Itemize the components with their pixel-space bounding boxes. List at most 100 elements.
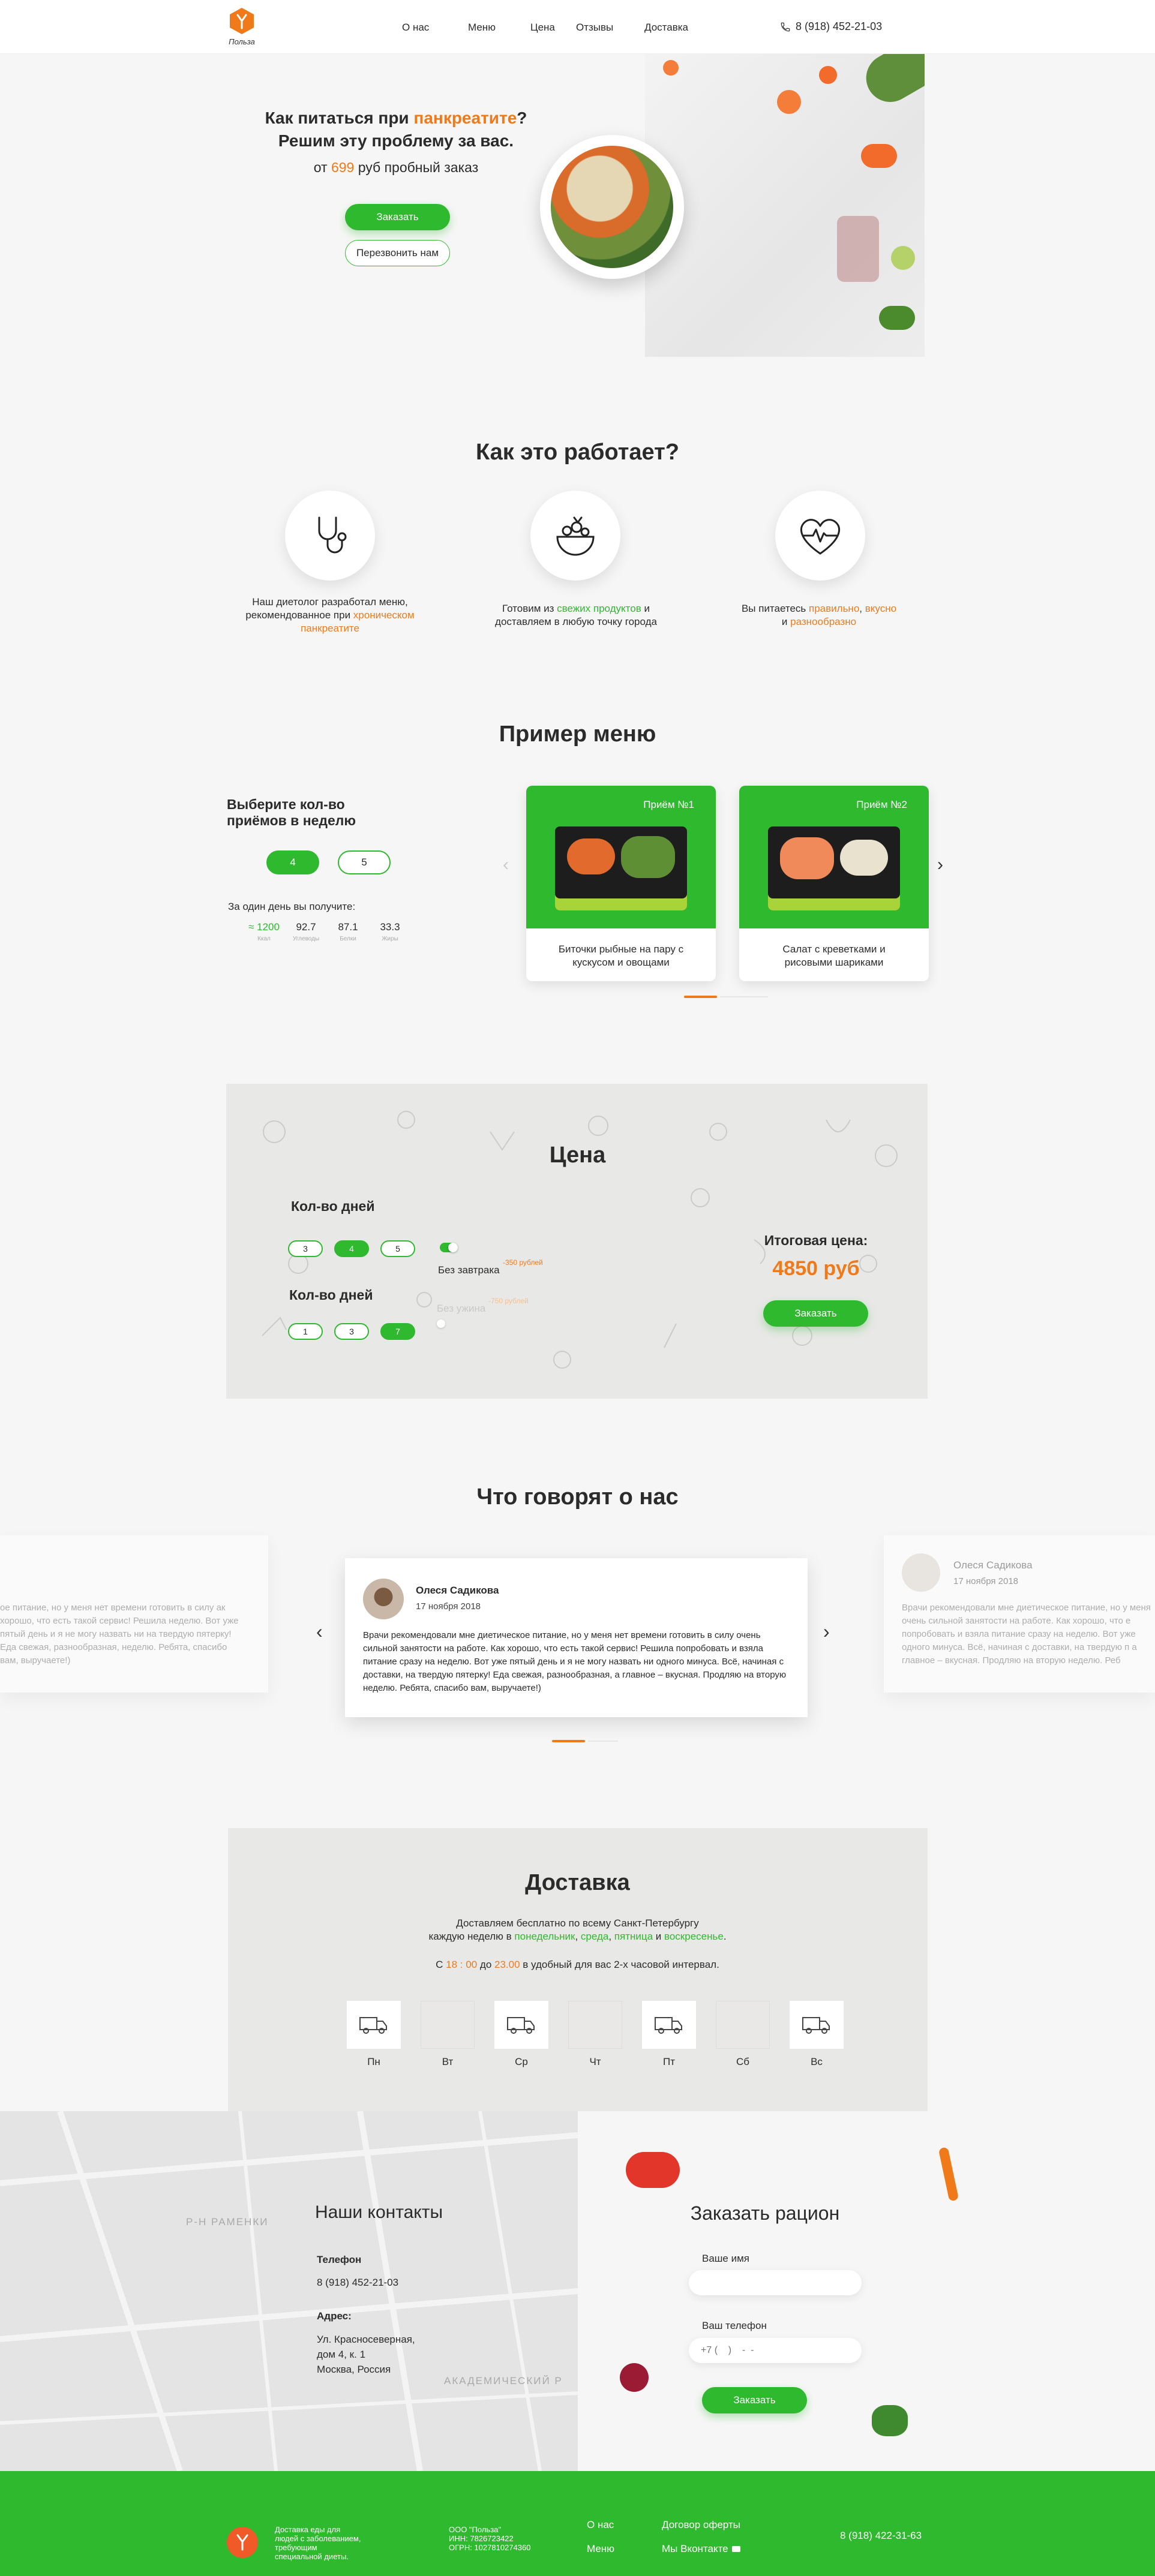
how-step2-circle — [530, 491, 620, 581]
menu-next-arrow[interactable]: › — [937, 855, 943, 875]
hero-price-value: 699 — [331, 160, 355, 175]
nav-item-about[interactable]: О нас — [402, 22, 468, 34]
price-meals-option-7[interactable]: 7 — [380, 1323, 415, 1340]
delivery-dot: . — [723, 1931, 727, 1942]
reviews-next-arrow[interactable]: › — [823, 1621, 830, 1643]
delivery-day-wed: среда — [580, 1931, 609, 1942]
reviews-title: Что говорят о нас — [476, 1484, 679, 1510]
contacts-phone-label: Телефон — [317, 2254, 362, 2265]
carrot-image — [938, 2147, 959, 2202]
no-dinner-label: Без ужина — [437, 1303, 486, 1314]
logo-hexagon-icon — [230, 8, 254, 34]
price-days-option-3[interactable]: 3 — [288, 1240, 323, 1257]
price-meals-option-1[interactable]: 1 — [288, 1323, 323, 1340]
vk-icon — [731, 2546, 740, 2552]
stat-fat-label: Жиры — [382, 936, 398, 942]
nav-item-delivery[interactable]: Доставка — [644, 22, 698, 34]
spinach-image — [872, 2405, 908, 2436]
hero-order-button[interactable]: Заказать — [345, 204, 450, 230]
contacts-map[interactable]: Р-Н РАМЕНКИ АКАДЕМИЧЕСКИЙ Р — [0, 2111, 578, 2471]
menu-card-1[interactable]: Приём №1 Биточки рыбные на пару с кускус… — [526, 786, 716, 981]
how-step3-text: Вы питаетесь правильно, вкусно и разнооб… — [723, 602, 915, 629]
delivery-day-4-label: Чт — [589, 2056, 601, 2067]
header-phone[interactable]: 8 (918) 452-21-03 — [780, 20, 882, 33]
footer-link-vk-text: Мы Вконтакте — [662, 2543, 728, 2554]
footer-link-offer[interactable]: Договор оферты — [662, 2519, 740, 2531]
logo-fork-icon — [236, 2534, 248, 2551]
price-days-option-5[interactable]: 5 — [380, 1240, 415, 1257]
delivery-day-7: Вс — [790, 2001, 844, 2068]
how-step2-c: доставляем в любую точку города — [495, 616, 657, 627]
delivery-day-6-label: Сб — [736, 2056, 749, 2067]
stat-carbs-value: 92.7 — [296, 921, 316, 933]
delivery-day-6-box — [716, 2001, 770, 2049]
price-order-button[interactable]: Заказать — [763, 1300, 868, 1327]
truck-icon — [507, 2017, 535, 2034]
price-days-label: Кол-во дней — [291, 1198, 375, 1214]
how-step2-a: Готовим из — [502, 603, 557, 614]
footer-link-vk[interactable]: Мы Вконтакте — [662, 2543, 740, 2555]
how-step3-circle — [775, 491, 865, 581]
menu-option-5[interactable]: 5 — [338, 850, 391, 874]
footer-company-name: ООО "Польза" — [449, 2525, 502, 2534]
footer-inn: ИНН: 7826723422 — [449, 2534, 514, 2543]
hero-call-button[interactable]: Перезвонить нам — [345, 240, 450, 266]
footer-logo[interactable] — [227, 2527, 258, 2558]
map-label-ramenki: Р-Н РАМЕНКИ — [186, 2216, 269, 2228]
delivery-days: Пн Вт Ср Чт Пт Сб Вс — [347, 2001, 844, 2068]
delivery-day-5-box — [642, 2001, 696, 2049]
no-dinner-toggle[interactable] — [437, 1319, 445, 1328]
delivery-line1: Доставляем бесплатно по всему Санкт-Пете… — [456, 1917, 699, 1929]
delivery-day-6: Сб — [716, 2001, 770, 2068]
menu-prev-arrow[interactable]: ‹ — [503, 855, 509, 875]
footer-phone[interactable]: 8 (918) 422-31-63 — [840, 2530, 922, 2542]
delivery-day-3-label: Ср — [515, 2056, 528, 2067]
delivery-day-mon: понедельник — [514, 1931, 575, 1942]
menu-card-2[interactable]: Приём №2 Салат с креветками и рисовыми ш… — [739, 786, 929, 981]
header-phone-text: 8 (918) 452-21-03 — [796, 20, 883, 32]
stat-kcal-value: ≈ 1200 — [248, 921, 280, 933]
reviews-prev-arrow[interactable]: ‹ — [316, 1621, 323, 1643]
stat-carbs: 92.7 Углеводы — [285, 921, 327, 942]
how-step1-b: рекомендованное при — [245, 609, 353, 621]
hero-title-line2: Решим эту проблему за вас. — [278, 131, 514, 150]
nav-item-menu[interactable]: Меню — [468, 22, 530, 34]
menu-card-1-name: Биточки рыбные на пару с кускусом и овощ… — [558, 943, 684, 968]
price-days-option-4[interactable]: 4 — [334, 1240, 369, 1257]
hero-title-highlight: панкреатите — [413, 109, 517, 127]
menu-choose-label: Выберите кол-во приёмов в неделю — [227, 796, 356, 828]
footer-link-menu[interactable]: Меню — [587, 2543, 614, 2555]
contacts-phone[interactable]: 8 (918) 452-21-03 — [317, 2277, 398, 2289]
truck-icon — [802, 2017, 830, 2034]
delivery-day-1: Пн — [347, 2001, 401, 2068]
delivery-day-7-label: Вс — [811, 2056, 823, 2067]
delivery-comma1: , — [575, 1931, 581, 1942]
delivery-text: Доставляем бесплатно по всему Санкт-Пете… — [0, 1917, 1155, 1943]
delivery-day-3: Ср — [494, 2001, 548, 2068]
contacts-address-line1: Ул. Красносеверная, — [317, 2334, 415, 2345]
price-title: Цена — [549, 1143, 606, 1168]
how-step3-hl2: вкусно — [865, 603, 897, 614]
stat-protein-value: 87.1 — [338, 921, 358, 933]
order-phone-input[interactable] — [689, 2338, 862, 2363]
footer-link-about[interactable]: О нас — [587, 2519, 614, 2531]
nav-item-price[interactable]: Цена — [530, 22, 576, 34]
review-right-ghost-date: 17 ноября 2018 — [953, 1576, 1019, 1586]
how-step3-hl3: разнообразно — [790, 616, 857, 627]
logo[interactable]: Польза — [227, 7, 257, 49]
menu-option-4[interactable]: 4 — [266, 850, 319, 874]
truck-icon — [655, 2017, 682, 2034]
contacts-address-line3: Москва, Россия — [317, 2364, 391, 2375]
how-step1-text: Наш диетолог разработал меню, рекомендов… — [237, 596, 423, 635]
price-meals-option-3[interactable]: 3 — [334, 1323, 369, 1340]
delivery-time-to: 23.00 — [494, 1959, 520, 1970]
no-breakfast-toggle[interactable] — [440, 1243, 458, 1252]
review-avatar — [363, 1579, 404, 1619]
nav-item-reviews[interactable]: Отзывы — [576, 22, 644, 34]
order-submit-button[interactable]: Заказать — [702, 2387, 807, 2413]
review-right-ghost-text: Врачи рекомендовали мне диетическое пита… — [902, 1603, 1151, 1666]
review-card-left-ghost: ое питание, но у меня нет времени готови… — [0, 1535, 268, 1693]
order-name-input[interactable] — [689, 2270, 862, 2295]
delivery-and: и — [653, 1931, 665, 1942]
price-total-label: Итоговая цена: — [764, 1233, 868, 1248]
